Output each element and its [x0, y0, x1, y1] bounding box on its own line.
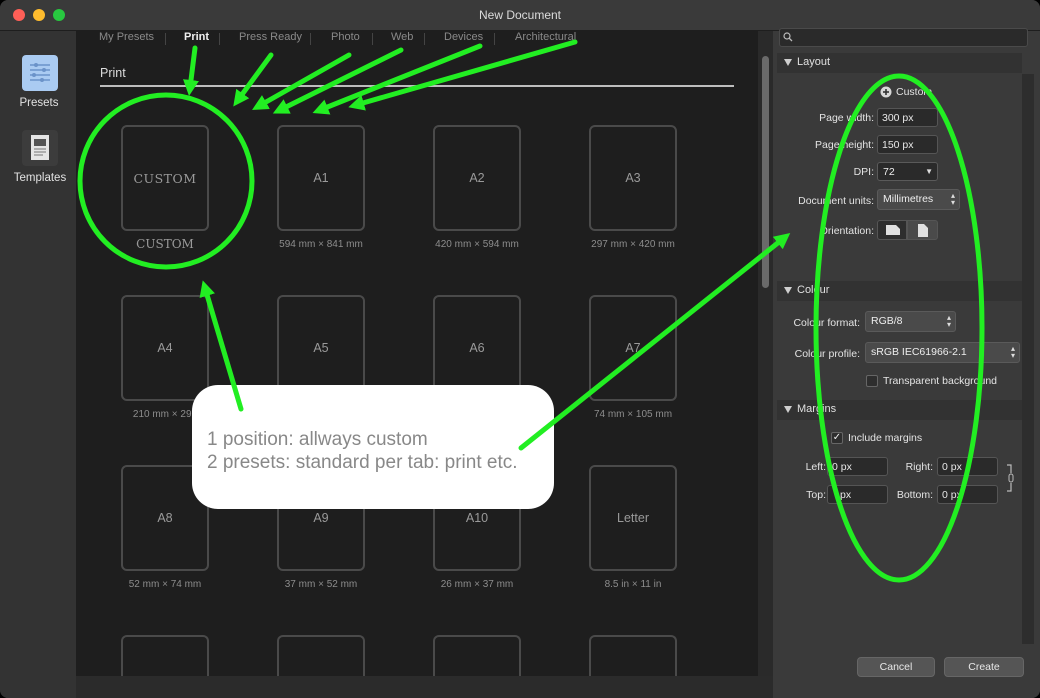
annotation-arrow	[199, 280, 244, 412]
custom-highlight-circle	[77, 92, 255, 270]
annotation-arrow	[233, 52, 274, 107]
settings-highlight-ellipse	[813, 73, 985, 583]
new-document-window: New Document Presets Templates My Preset…	[0, 0, 1040, 698]
annotation-overlay	[77, 39, 985, 583]
annotation-arrow	[183, 45, 199, 96]
annotation-arrow	[518, 233, 791, 451]
